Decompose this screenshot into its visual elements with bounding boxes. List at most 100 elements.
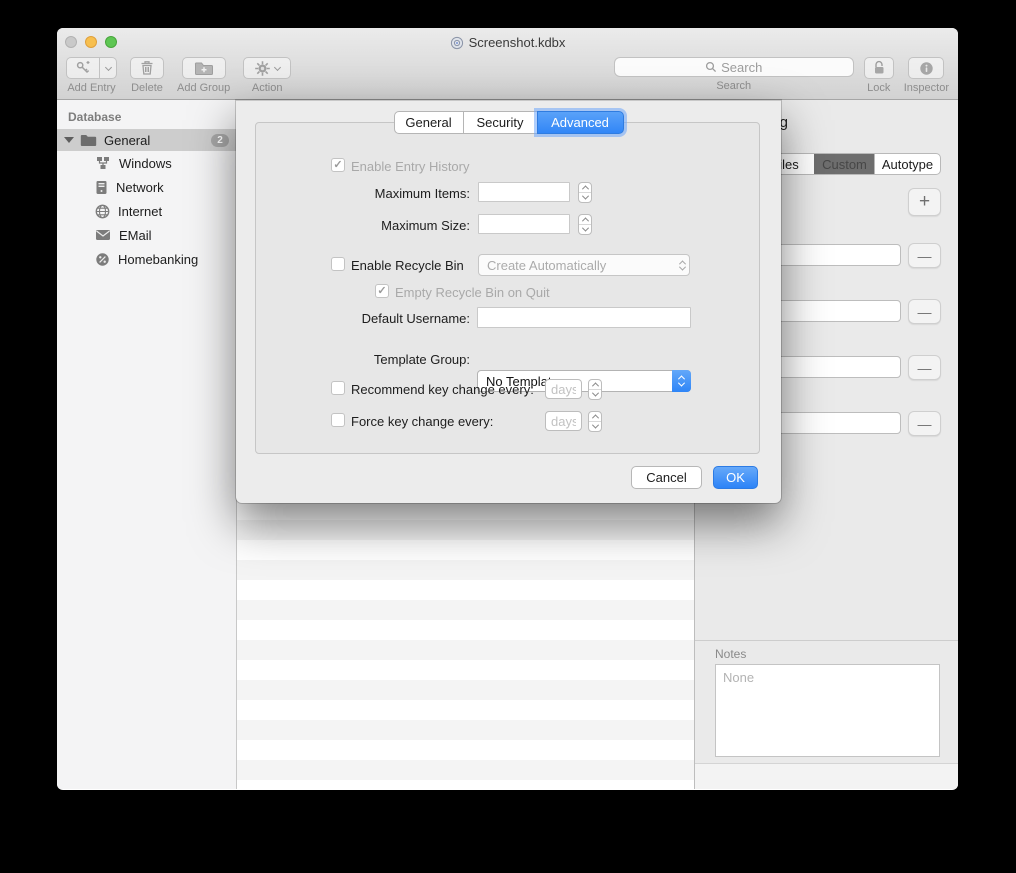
notes-textarea[interactable] xyxy=(715,664,940,757)
info-icon xyxy=(919,61,934,76)
enable-recycle-bin-label: Enable Recycle Bin xyxy=(351,258,464,273)
lock-label: Lock xyxy=(867,82,890,94)
recycle-bin-mode-value: Create Automatically xyxy=(487,258,606,273)
tab-general[interactable]: General xyxy=(394,111,464,134)
stepper-down-icon xyxy=(591,390,598,397)
maximum-items-stepper[interactable] xyxy=(578,182,592,203)
sidebar-item-label: Network xyxy=(116,180,164,195)
maximum-size-input[interactable] xyxy=(478,214,570,234)
maximum-items-input[interactable] xyxy=(478,182,570,202)
action-button[interactable] xyxy=(243,57,291,79)
sidebar-item-label: EMail xyxy=(119,228,152,243)
popup-arrows-icon xyxy=(680,255,685,275)
popup-arrows-icon xyxy=(672,370,691,392)
search-label: Search xyxy=(716,80,751,92)
window-title: Screenshot.kdbx xyxy=(57,35,958,50)
chevron-down-icon xyxy=(274,63,281,70)
globe-icon xyxy=(95,204,110,219)
window-header: Screenshot.kdbx Add Ent xyxy=(57,28,958,100)
tab-autotype[interactable]: Autotype xyxy=(874,154,940,174)
notes-label: Notes xyxy=(715,647,746,661)
force-key-change-stepper[interactable] xyxy=(588,411,602,432)
entry-count-badge: 2 xyxy=(211,134,229,147)
stepper-down-icon xyxy=(581,193,588,200)
sidebar-item-label: Homebanking xyxy=(118,252,198,267)
lock-button[interactable] xyxy=(864,57,894,79)
recommend-key-change-days-input[interactable] xyxy=(545,379,582,399)
maximum-size-stepper[interactable] xyxy=(578,214,592,235)
empty-recycle-bin-checkbox[interactable] xyxy=(375,284,389,298)
add-entry-label: Add Entry xyxy=(67,82,115,94)
settings-tabs: General Security Advanced xyxy=(236,111,781,134)
remove-custom-field-button[interactable]: — xyxy=(908,411,941,436)
search-tool: Search Search xyxy=(614,57,854,92)
delete-button[interactable] xyxy=(130,57,164,79)
notes-divider xyxy=(695,640,958,641)
template-group-label: Template Group: xyxy=(236,352,470,367)
force-key-change-checkbox[interactable] xyxy=(331,413,345,427)
inspector-bottom-bar xyxy=(695,763,958,789)
cancel-button[interactable]: Cancel xyxy=(631,466,702,489)
recycle-bin-mode-popup[interactable]: Create Automatically xyxy=(478,254,690,276)
remove-custom-field-button[interactable]: — xyxy=(908,355,941,380)
document-safe-icon xyxy=(450,36,464,50)
trash-icon xyxy=(140,60,154,76)
sidebar-item-network[interactable]: Network xyxy=(57,175,236,199)
lock-tool: Lock xyxy=(864,57,894,94)
enable-entry-history-checkbox[interactable] xyxy=(331,158,345,172)
recommend-key-change-checkbox[interactable] xyxy=(331,381,345,395)
inspector-tool: Inspector xyxy=(904,57,949,94)
sidebar-item-windows[interactable]: Windows xyxy=(57,151,236,175)
open-padlock-icon xyxy=(872,60,886,76)
stepper-down-icon xyxy=(591,422,598,429)
delete-tool: Delete xyxy=(130,57,164,94)
toolbar-right: Search Search Lock xyxy=(614,57,949,94)
stepper-down-icon xyxy=(581,225,588,232)
action-label: Action xyxy=(252,82,283,94)
sidebar-item-homebanking[interactable]: Homebanking xyxy=(57,247,236,271)
tab-advanced[interactable]: Advanced xyxy=(537,111,624,134)
recommend-key-change-stepper[interactable] xyxy=(588,379,602,400)
disclosure-triangle-icon[interactable] xyxy=(64,137,74,143)
add-group-label: Add Group xyxy=(177,82,230,94)
envelope-icon xyxy=(95,229,111,241)
sidebar-group-general[interactable]: General 2 xyxy=(57,129,236,151)
sidebar-header: Database xyxy=(68,110,236,124)
add-entry-button[interactable] xyxy=(66,57,100,79)
sidebar: Database General 2 Windows xyxy=(57,100,237,789)
inspector-label: Inspector xyxy=(904,82,949,94)
server-icon xyxy=(95,180,108,195)
enable-recycle-bin-checkbox[interactable] xyxy=(331,257,345,271)
maximum-items-label: Maximum Items: xyxy=(236,186,470,201)
database-settings-dialog: General Security Advanced Enable Entry H… xyxy=(236,100,781,503)
remove-custom-field-button[interactable]: — xyxy=(908,243,941,268)
add-group-tool: Add Group xyxy=(177,57,230,94)
default-username-label: Default Username: xyxy=(236,311,470,326)
sidebar-item-label: Windows xyxy=(119,156,172,171)
ok-button[interactable]: OK xyxy=(713,466,758,489)
toolbar-left: Add Entry Delete xyxy=(66,57,291,94)
maximum-size-label: Maximum Size: xyxy=(236,218,470,233)
delete-label: Delete xyxy=(131,82,163,94)
sidebar-item-email[interactable]: EMail xyxy=(57,223,236,247)
force-key-change-days-input[interactable] xyxy=(545,411,582,431)
add-custom-field-button[interactable]: + xyxy=(908,188,941,216)
add-group-button[interactable] xyxy=(182,57,226,79)
windows-network-icon xyxy=(95,156,111,170)
tab-security[interactable]: Security xyxy=(463,111,538,134)
add-entry-dropdown-button[interactable] xyxy=(100,57,117,79)
search-icon xyxy=(705,61,717,73)
search-input[interactable]: Search xyxy=(614,57,854,77)
remove-custom-field-button[interactable]: — xyxy=(908,299,941,324)
inspector-button[interactable] xyxy=(908,57,944,79)
folder-icon xyxy=(80,134,97,147)
tab-custom[interactable]: Custom xyxy=(814,154,874,174)
action-tool: Action xyxy=(243,57,291,94)
folder-plus-icon xyxy=(194,61,214,76)
sidebar-item-internet[interactable]: Internet xyxy=(57,199,236,223)
default-username-input[interactable] xyxy=(477,307,691,328)
chevron-down-icon xyxy=(104,63,111,70)
sidebar-group-label: General xyxy=(104,133,150,148)
enable-entry-history-label: Enable Entry History xyxy=(351,159,470,174)
recommend-key-change-label: Recommend key change every: xyxy=(351,382,534,397)
